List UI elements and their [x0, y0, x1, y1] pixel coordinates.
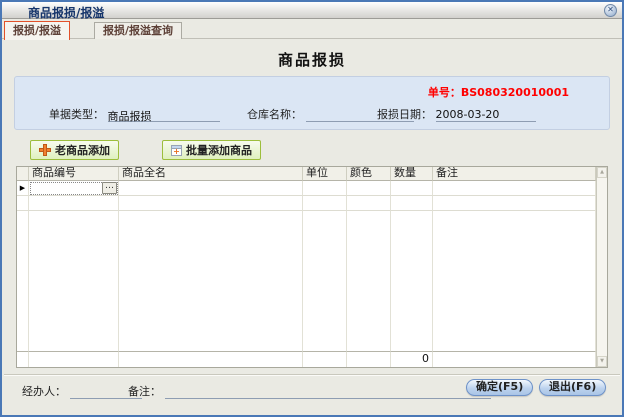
remark-label: 备注：: [128, 385, 161, 398]
window-title: 商品报损/报溢: [28, 4, 104, 21]
add-batch-goods-button[interactable]: + 批量添加商品: [162, 140, 261, 160]
header-selector: [17, 167, 29, 181]
confirm-button[interactable]: 确定(F5): [466, 379, 533, 396]
doc-type-label: 单据类型：: [49, 108, 104, 121]
date-field: 报损日期： 2008-03-20: [377, 106, 536, 122]
goods-table: 商品编号 商品全名 单位 颜色 数量 备注 ▶ …: [16, 166, 608, 368]
remark-field: 备注：: [128, 383, 491, 399]
app-window: 商品报损/报溢 ✕ 报损/报溢 报损/报溢查询 商品报损 单号：BS080320…: [0, 0, 624, 417]
handler-field: 经办人：: [22, 383, 142, 399]
header-qty: 数量: [391, 167, 433, 181]
tab-page: 商品报损 单号：BS080320010001 单据类型： 商品报损 仓库名称： …: [2, 40, 622, 415]
header-goods-name: 商品全名: [119, 167, 303, 181]
table-row: [17, 196, 596, 211]
note-cell[interactable]: [433, 181, 596, 196]
add-batch-goods-label: 批量添加商品: [186, 142, 252, 158]
add-old-goods-label: 老商品添加: [55, 142, 110, 158]
doc-no: 单号：BS080320010001: [428, 84, 569, 100]
tab-damage-report[interactable]: 报损/报溢: [4, 21, 70, 40]
goods-code-cell[interactable]: …: [29, 181, 119, 196]
warehouse-label: 仓库名称：: [247, 108, 302, 121]
table-header-row: 商品编号 商品全名 单位 颜色 数量 备注: [17, 167, 596, 181]
exit-button[interactable]: 退出(F6): [539, 379, 606, 396]
tab-damage-query[interactable]: 报损/报溢查询: [94, 22, 182, 39]
header-unit: 单位: [303, 167, 347, 181]
remark-input[interactable]: [165, 385, 491, 399]
row-marker-icon: ▶: [17, 181, 29, 196]
table-row: ▶ …: [17, 181, 596, 196]
scroll-down-icon[interactable]: ▼: [597, 356, 607, 367]
table-scrollbar[interactable]: ▲ ▼: [596, 167, 607, 367]
qty-cell[interactable]: [391, 181, 433, 196]
color-cell[interactable]: [347, 181, 391, 196]
plus-icon: [39, 144, 51, 156]
page-title: 商品报损: [2, 49, 622, 70]
scroll-up-icon[interactable]: ▲: [597, 167, 607, 178]
lookup-ellipsis-button[interactable]: …: [102, 182, 117, 194]
title-bar: 商品报损/报溢 ✕: [2, 2, 622, 19]
header-goods-code: 商品编号: [29, 167, 119, 181]
goods-name-cell[interactable]: [119, 181, 303, 196]
unit-cell[interactable]: [303, 181, 347, 196]
batch-add-icon: +: [171, 145, 182, 156]
summary-qty: 0: [391, 351, 433, 367]
table-empty-area: [17, 211, 596, 351]
document-header-panel: 单号：BS080320010001 单据类型： 商品报损 仓库名称： 报损日期：…: [14, 76, 610, 130]
add-old-goods-button[interactable]: 老商品添加: [30, 140, 119, 160]
header-color: 颜色: [347, 167, 391, 181]
handler-label: 经办人：: [22, 385, 66, 398]
date-input[interactable]: 2008-03-20: [436, 108, 536, 122]
footer-divider: [4, 374, 620, 376]
table-summary-row: 0: [17, 351, 596, 367]
close-icon[interactable]: ✕: [604, 4, 617, 17]
doc-type-field: 单据类型： 商品报损: [49, 106, 220, 122]
doc-type-input[interactable]: 商品报损: [108, 108, 220, 122]
doc-no-value: BS080320010001: [461, 86, 569, 99]
date-label: 报损日期：: [377, 108, 432, 121]
tab-strip: 报损/报溢 报损/报溢查询: [2, 20, 622, 39]
header-note: 备注: [433, 167, 596, 181]
doc-no-label: 单号：: [428, 86, 461, 99]
